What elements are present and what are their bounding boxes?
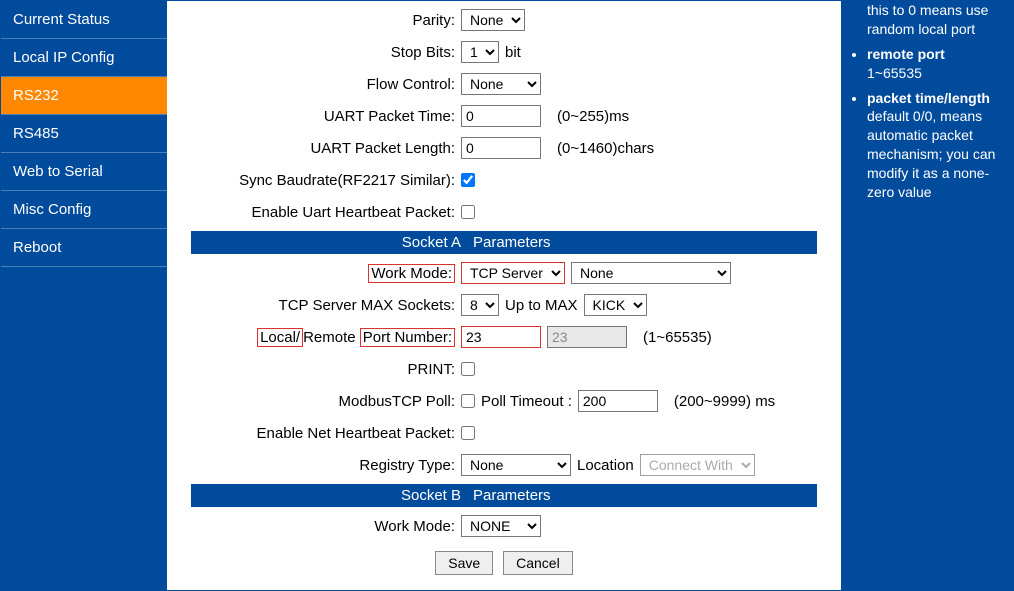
modbus-checkbox[interactable] (461, 394, 475, 408)
uart-packet-time-label: UART Packet Time: (191, 108, 461, 125)
parity-select[interactable]: None (461, 9, 525, 31)
workmode-label: Work Mode: (368, 264, 455, 283)
workmode-secondary-select[interactable]: None (571, 262, 731, 284)
sidebar-item-rs232[interactable]: RS232 (1, 77, 167, 115)
help-frag: this to 0 means use random local port (867, 1, 1003, 39)
socket-b-header-left: Socket B (191, 484, 467, 507)
uart-packet-length-label: UART Packet Length: (191, 140, 461, 157)
location-label: Location (577, 457, 634, 474)
max-sockets-select[interactable]: 8 (461, 294, 499, 316)
uart-packet-time-hint: (0~255)ms (557, 108, 629, 125)
stopbits-unit: bit (505, 44, 521, 61)
max-sockets-label: TCP Server MAX Sockets: (191, 297, 461, 314)
save-button[interactable]: Save (435, 551, 493, 575)
socket-a-header-left: Socket A (191, 231, 467, 254)
socket-a-header: Socket A Parameters (191, 231, 817, 254)
parity-label: Parity: (191, 12, 461, 29)
flowcontrol-label: Flow Control: (191, 76, 461, 93)
help-sidebar: this to 0 means use random local port re… (841, 1, 1013, 590)
modbus-label: ModbusTCP Poll: (191, 393, 461, 410)
help-item-packet: packet time/length default 0/0, means au… (867, 89, 1003, 202)
socket-a-header-right: Parameters (467, 231, 817, 254)
workmode-select[interactable]: TCP Server (461, 262, 565, 284)
socket-b-workmode-label: Work Mode: (191, 518, 461, 535)
location-select[interactable]: Connect With (640, 454, 755, 476)
sidebar: Current Status Local IP Config RS232 RS4… (1, 1, 167, 590)
sidebar-item-web-to-serial[interactable]: Web to Serial (1, 153, 167, 191)
sync-baud-checkbox[interactable] (461, 173, 475, 187)
max-sockets-action-select[interactable]: KICK (584, 294, 647, 316)
registry-label: Registry Type: (191, 457, 461, 474)
stopbits-select[interactable]: 1 (461, 41, 499, 63)
stopbits-label: Stop Bits: (191, 44, 461, 61)
net-heartbeat-checkbox[interactable] (461, 426, 475, 440)
local-port-input[interactable] (461, 326, 541, 348)
uart-packet-length-input[interactable] (461, 137, 541, 159)
main-panel: Parity: None Stop Bits: 1 bit Flow Contr… (167, 1, 841, 590)
sidebar-item-rs485[interactable]: RS485 (1, 115, 167, 153)
registry-select[interactable]: None (461, 454, 571, 476)
poll-timeout-hint: (200~9999) ms (674, 393, 775, 410)
max-sockets-mid: Up to MAX (505, 297, 578, 314)
help-item-remote-port: remote port 1~65535 (867, 45, 1003, 83)
socket-b-workmode-select[interactable]: NONE (461, 515, 541, 537)
sync-baud-label: Sync Baudrate(RF2217 Similar): (191, 172, 461, 189)
poll-timeout-input[interactable] (578, 390, 658, 412)
port-mid: Remote (303, 329, 360, 346)
sidebar-item-local-ip[interactable]: Local IP Config (1, 39, 167, 77)
sidebar-item-reboot[interactable]: Reboot (1, 229, 167, 267)
sidebar-item-current-status[interactable]: Current Status (1, 1, 167, 39)
poll-timeout-label: Poll Timeout : (481, 393, 572, 410)
print-label: PRINT: (191, 361, 461, 378)
uart-packet-time-input[interactable] (461, 105, 541, 127)
uart-heartbeat-label: Enable Uart Heartbeat Packet: (191, 204, 461, 221)
port-label: Port Number: (360, 328, 455, 347)
port-prefix: Local/ (257, 328, 303, 347)
uart-heartbeat-checkbox[interactable] (461, 205, 475, 219)
print-checkbox[interactable] (461, 362, 475, 376)
socket-b-header: Socket B Parameters (191, 484, 817, 507)
cancel-button[interactable]: Cancel (503, 551, 573, 575)
remote-port-input (547, 326, 627, 348)
port-hint: (1~65535) (643, 329, 712, 346)
socket-b-header-right: Parameters (467, 484, 817, 507)
uart-packet-length-hint: (0~1460)chars (557, 140, 654, 157)
flowcontrol-select[interactable]: None (461, 73, 541, 95)
sidebar-item-misc-config[interactable]: Misc Config (1, 191, 167, 229)
net-heartbeat-label: Enable Net Heartbeat Packet: (191, 425, 461, 442)
